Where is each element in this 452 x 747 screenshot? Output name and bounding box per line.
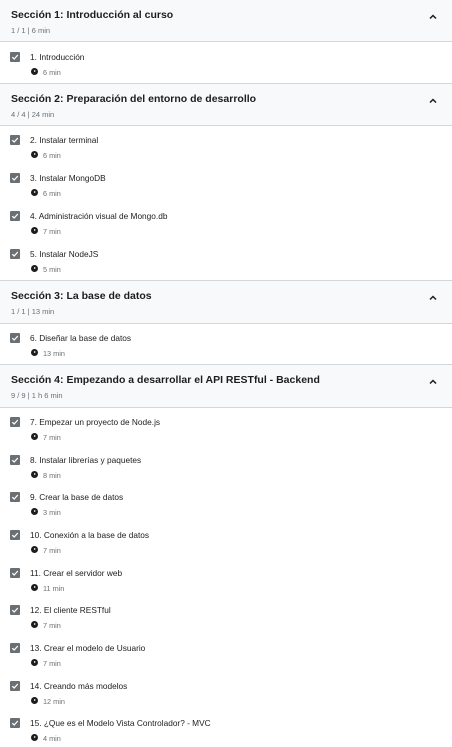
lesson-item[interactable]: 3. Instalar MongoDB 6 min — [0, 173, 452, 209]
play-icon — [31, 697, 38, 704]
checkbox-checked[interactable] — [10, 417, 20, 427]
checkbox-checked[interactable] — [10, 333, 20, 343]
lesson-title: 1. Introducción — [30, 52, 85, 62]
checkbox-checked[interactable] — [10, 52, 20, 62]
checkbox-checked[interactable] — [10, 568, 20, 578]
lesson-title: 9. Crear la base de datos — [30, 492, 124, 502]
lesson-item[interactable]: 13. Crear el modelo de Usuario 7 min — [0, 643, 452, 679]
lesson-title: 13. Crear el modelo de Usuario — [30, 643, 146, 653]
play-icon — [31, 433, 38, 440]
lesson-title: 12. El cliente RESTful — [30, 605, 111, 615]
lesson-title: 2. Instalar terminal — [30, 135, 99, 145]
lesson-title: 7. Empezar un proyecto de Node.js — [30, 417, 161, 427]
section-progress: 4 / 4 | 24 min — [11, 110, 55, 119]
lesson-duration: 11 min — [43, 583, 65, 593]
lesson-title: 15. ¿Que es el Modelo Vista Controlador?… — [30, 718, 211, 728]
lesson-duration: 8 min — [43, 470, 61, 480]
lesson-item[interactable]: 15. ¿Que es el Modelo Vista Controlador?… — [0, 718, 452, 747]
lesson-item[interactable]: 9. Crear la base de datos 3 min — [0, 492, 452, 528]
play-icon — [31, 471, 38, 478]
play-icon — [31, 546, 38, 553]
lesson-duration: 13 min — [43, 348, 65, 358]
lesson-item[interactable]: 7. Empezar un proyecto de Node.js 7 min — [0, 417, 452, 453]
lesson-item[interactable]: 10. Conexión a la base de datos 7 min — [0, 530, 452, 566]
lesson-title: 3. Instalar MongoDB — [30, 173, 106, 183]
checkbox-checked[interactable] — [10, 530, 20, 540]
section-title: Sección 1: Introducción al curso — [11, 9, 174, 21]
play-icon — [31, 68, 38, 75]
lesson-item[interactable]: 11. Crear el servidor web 11 min — [0, 568, 452, 604]
play-icon — [31, 734, 38, 741]
section-header-3[interactable]: Sección 3: La base de datos 1 / 1 | 13 m… — [0, 280, 452, 324]
lesson-duration: 7 min — [43, 620, 61, 630]
play-icon — [31, 584, 38, 591]
play-icon — [31, 189, 38, 196]
lesson-item[interactable]: 14. Creando más modelos 12 min — [0, 681, 452, 717]
lesson-title: 8. Instalar librerías y paquetes — [30, 455, 142, 465]
lesson-duration: 3 min — [43, 507, 61, 517]
lesson-title: 10. Conexión a la base de datos — [30, 530, 150, 540]
chevron-up-icon[interactable] — [428, 377, 438, 387]
play-icon — [31, 659, 38, 666]
checkbox-checked[interactable] — [10, 211, 20, 221]
play-icon — [31, 151, 38, 158]
lesson-duration: 7 min — [43, 226, 61, 236]
lesson-item[interactable]: 4. Administración visual de Mongo.db 7 m… — [0, 211, 452, 247]
lesson-title: 6. Diseñar la base de datos — [30, 333, 132, 343]
section-header-1[interactable]: Sección 1: Introducción al curso 1 / 1 |… — [0, 0, 452, 42]
section-progress: 9 / 9 | 1 h 6 min — [11, 391, 63, 400]
lesson-title: 5. Instalar NodeJS — [30, 249, 99, 259]
play-icon — [31, 227, 38, 234]
lesson-title: 11. Crear el servidor web — [30, 568, 123, 578]
checkbox-checked[interactable] — [10, 173, 20, 183]
lesson-duration: 6 min — [43, 67, 61, 77]
checkbox-checked[interactable] — [10, 643, 20, 653]
lesson-duration: 6 min — [43, 150, 61, 160]
play-icon — [31, 508, 38, 515]
checkbox-checked[interactable] — [10, 135, 20, 145]
lesson-item[interactable]: 8. Instalar librerías y paquetes 8 min — [0, 455, 452, 491]
lesson-title: 14. Creando más modelos — [30, 681, 128, 691]
section-title: Sección 3: La base de datos — [11, 290, 152, 302]
section-title: Sección 2: Preparación del entorno de de… — [11, 93, 257, 105]
section-progress: 1 / 1 | 13 min — [11, 307, 55, 316]
lesson-duration: 7 min — [43, 545, 61, 555]
lesson-duration: 4 min — [43, 733, 61, 743]
lesson-item[interactable]: 12. El cliente RESTful 7 min — [0, 605, 452, 641]
section-header-4[interactable]: Sección 4: Empezando a desarrollar el AP… — [0, 364, 452, 408]
lesson-duration: 5 min — [43, 264, 61, 274]
chevron-up-icon[interactable] — [428, 293, 438, 303]
chevron-up-icon[interactable] — [428, 96, 438, 106]
lesson-duration: 6 min — [43, 188, 61, 198]
checkbox-checked[interactable] — [10, 492, 20, 502]
checkbox-checked[interactable] — [10, 455, 20, 465]
checkbox-checked[interactable] — [10, 718, 20, 728]
section-title: Sección 4: Empezando a desarrollar el AP… — [11, 374, 320, 386]
lesson-item[interactable]: 2. Instalar terminal 6 min — [0, 135, 452, 171]
lesson-duration: 7 min — [43, 658, 61, 668]
play-icon — [31, 621, 38, 628]
lesson-title: 4. Administración visual de Mongo.db — [30, 211, 168, 221]
play-icon — [31, 349, 38, 356]
play-icon — [31, 265, 38, 272]
section-header-2[interactable]: Sección 2: Preparación del entorno de de… — [0, 83, 452, 126]
checkbox-checked[interactable] — [10, 249, 20, 259]
lesson-duration: 7 min — [43, 432, 61, 442]
checkbox-checked[interactable] — [10, 681, 20, 691]
chevron-up-icon[interactable] — [428, 12, 438, 22]
lesson-duration: 12 min — [43, 696, 65, 706]
section-progress: 1 / 1 | 6 min — [11, 26, 51, 35]
checkbox-checked[interactable] — [10, 605, 20, 615]
